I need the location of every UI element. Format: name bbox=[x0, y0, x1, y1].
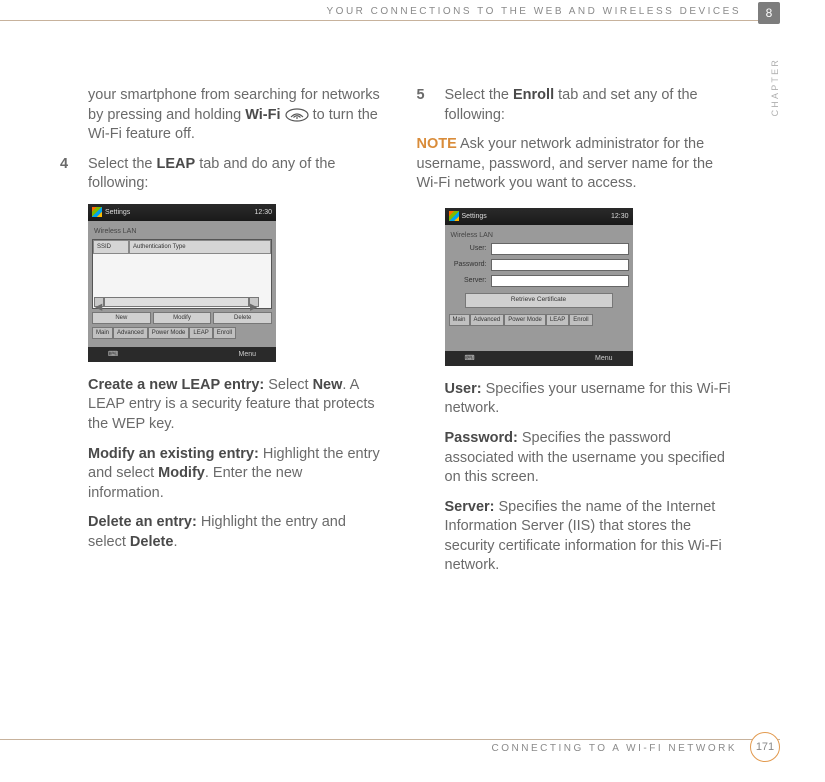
ss2-tab-advanced: Advanced bbox=[470, 314, 505, 326]
ss2-tab-power: Power Mode bbox=[504, 314, 546, 326]
ss2-body: Wireless LAN User: Password: Server: Ret… bbox=[445, 225, 633, 351]
running-head: YOUR CONNECTIONS TO THE WEB AND WIRELESS… bbox=[321, 6, 748, 17]
ss2-password-label: Password: bbox=[449, 260, 491, 269]
ss2-user-label: User: bbox=[449, 244, 491, 253]
delete-bold: Delete an entry: bbox=[88, 514, 197, 530]
ss1-softkeys: ⌨ Menu bbox=[88, 347, 276, 362]
ss1-col-auth: Authentication Type bbox=[129, 240, 271, 254]
ss1-modify-btn: Modify bbox=[153, 312, 212, 324]
header-rule bbox=[0, 20, 780, 21]
ss2-tab-enroll: Enroll bbox=[569, 314, 592, 326]
ss2-server-row: Server: bbox=[449, 275, 629, 287]
user-bold: User: bbox=[445, 381, 482, 397]
user-text: Specifies your username for this Wi-Fi n… bbox=[445, 381, 731, 417]
modify-btn-bold: Modify bbox=[158, 465, 205, 481]
scroll-left-icon: ◂ bbox=[94, 297, 104, 307]
ss2-server-field bbox=[491, 275, 629, 287]
ss1-app-title: Settings bbox=[105, 208, 130, 217]
step-5-number: 5 bbox=[417, 86, 425, 106]
kbd-icon: ⌨ bbox=[108, 350, 118, 359]
ss1-time: 12:30 bbox=[254, 208, 272, 217]
step-4-text-a: Select the bbox=[88, 156, 157, 172]
content-columns: your smartphone from searching for netwo… bbox=[60, 86, 737, 586]
ss1-tab-power: Power Mode bbox=[148, 327, 190, 339]
delete-btn-bold: Delete bbox=[130, 534, 174, 550]
ss1-tab-advanced: Advanced bbox=[113, 327, 148, 339]
ss1-scrollbar: ◂ ▸ bbox=[94, 297, 259, 307]
ss2-retrieve-btn: Retrieve Certificate bbox=[465, 293, 613, 308]
left-column: your smartphone from searching for netwo… bbox=[60, 86, 381, 586]
create-entry-para: Create a new LEAP entry: Select New. A L… bbox=[60, 376, 381, 435]
wifi-button-icon bbox=[285, 108, 309, 122]
ss2-titlebar: Settings 12:30 bbox=[445, 208, 633, 225]
ss2-app-title: Settings bbox=[462, 212, 487, 221]
step-4: 4 Select the LEAP tab and do any of the … bbox=[60, 155, 381, 194]
ss1-menu: Menu bbox=[238, 350, 256, 359]
server-para: Server: Specifies the name of the Intern… bbox=[417, 498, 738, 576]
ss1-tab-enroll: Enroll bbox=[213, 327, 236, 339]
right-column: 5 Select the Enroll tab and set any of t… bbox=[417, 86, 738, 586]
intro-paragraph: your smartphone from searching for netwo… bbox=[60, 86, 381, 145]
start-icon bbox=[92, 207, 102, 217]
screenshot-leap-tab: Settings 12:30 Wireless LAN SSID Authent… bbox=[88, 204, 276, 362]
step-4-number: 4 bbox=[60, 155, 68, 175]
ss1-button-row: New Modify Delete bbox=[92, 312, 272, 324]
ss1-screen-title: Wireless LAN bbox=[92, 225, 272, 239]
ss2-tab-main: Main bbox=[449, 314, 470, 326]
create-a: Select bbox=[264, 377, 312, 393]
leap-bold: LEAP bbox=[157, 156, 196, 172]
user-para: User: Specifies your username for this W… bbox=[417, 380, 738, 419]
ss2-password-field bbox=[491, 259, 629, 271]
ss2-password-row: Password: bbox=[449, 259, 629, 271]
ss2-server-label: Server: bbox=[449, 276, 491, 285]
ss2-tab-leap: LEAP bbox=[546, 314, 569, 326]
ss2-softkeys: ⌨ Menu bbox=[445, 351, 633, 366]
ss1-tab-main: Main bbox=[92, 327, 113, 339]
ss1-list: SSID Authentication Type ◂ ▸ bbox=[92, 239, 272, 309]
enroll-bold: Enroll bbox=[513, 87, 554, 103]
step-5-text-a: Select the bbox=[445, 87, 514, 103]
server-bold: Server: bbox=[445, 499, 495, 515]
create-bold: Create a new LEAP entry: bbox=[88, 377, 264, 393]
kbd-icon: ⌨ bbox=[465, 354, 475, 363]
password-para: Password: Specifies the password associa… bbox=[417, 429, 738, 488]
modify-bold: Modify an existing entry: bbox=[88, 446, 259, 462]
delete-entry-para: Delete an entry: Highlight the entry and… bbox=[60, 513, 381, 552]
page-number: 171 bbox=[750, 732, 780, 762]
new-bold: New bbox=[313, 377, 343, 393]
ss1-tabs: Main Advanced Power Mode LEAP Enroll bbox=[92, 327, 272, 339]
ss1-col-ssid: SSID bbox=[93, 240, 129, 254]
chapter-label: CHAPTER bbox=[770, 58, 780, 116]
footer-text: CONNECTING TO A WI-FI NETWORK bbox=[492, 743, 737, 754]
ss2-screen-title: Wireless LAN bbox=[449, 229, 629, 243]
footer-rule bbox=[0, 739, 780, 740]
ss2-user-field bbox=[491, 243, 629, 255]
ss1-titlebar: Settings 12:30 bbox=[88, 204, 276, 221]
start-icon bbox=[449, 211, 459, 221]
modify-entry-para: Modify an existing entry: Highlight the … bbox=[60, 445, 381, 504]
ss2-tabs: Main Advanced Power Mode LEAP Enroll bbox=[449, 314, 629, 326]
ss1-body: Wireless LAN SSID Authentication Type ◂ … bbox=[88, 221, 276, 347]
note-paragraph: NOTE Ask your network administrator for … bbox=[417, 135, 738, 194]
ss2-menu: Menu bbox=[595, 354, 613, 363]
ss2-time: 12:30 bbox=[611, 212, 629, 221]
note-label: NOTE bbox=[417, 136, 457, 152]
step-5: 5 Select the Enroll tab and set any of t… bbox=[417, 86, 738, 125]
ss1-delete-btn: Delete bbox=[213, 312, 272, 324]
delete-b: . bbox=[173, 534, 177, 550]
password-bold: Password: bbox=[445, 430, 518, 446]
note-text: Ask your network administrator for the u… bbox=[417, 136, 714, 191]
ss1-tab-leap: LEAP bbox=[189, 327, 212, 339]
screenshot-enroll-tab: Settings 12:30 Wireless LAN User: Passwo… bbox=[445, 208, 633, 366]
ss2-user-row: User: bbox=[449, 243, 629, 255]
wifi-bold: Wi-Fi bbox=[245, 107, 280, 123]
chapter-number-badge: 8 bbox=[758, 2, 780, 24]
scroll-right-icon: ▸ bbox=[249, 297, 259, 307]
